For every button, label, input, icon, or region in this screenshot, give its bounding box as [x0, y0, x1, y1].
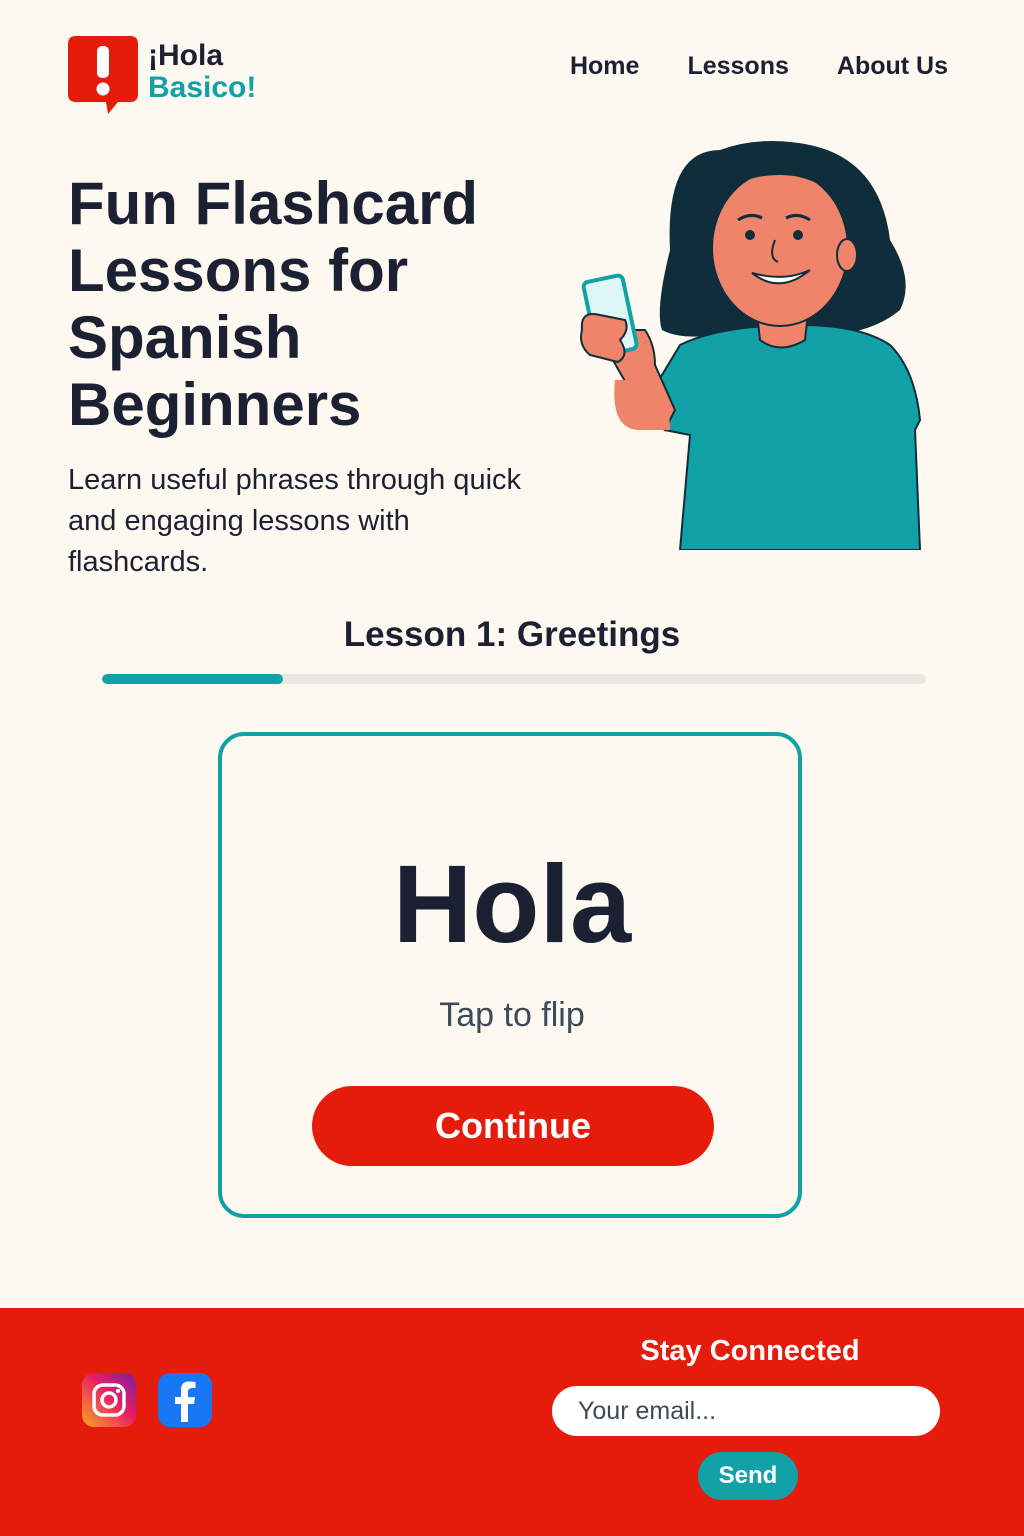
- main-nav: Home Lessons About Us: [570, 52, 948, 81]
- social-links: [82, 1373, 212, 1427]
- exclamation-bubble-icon: [68, 36, 138, 114]
- lesson-progress-bar: [102, 674, 926, 684]
- instagram-icon[interactable]: [82, 1373, 136, 1427]
- woman-holding-flashcard-illustration: [570, 130, 940, 551]
- continue-button[interactable]: Continue: [312, 1086, 714, 1166]
- brand-logo[interactable]: ¡Hola Basico!: [68, 36, 256, 114]
- lesson-title: Lesson 1: Greetings: [343, 615, 681, 654]
- email-field[interactable]: [552, 1386, 940, 1436]
- nav-home[interactable]: Home: [570, 52, 639, 81]
- send-button[interactable]: Send: [698, 1452, 798, 1500]
- stay-connected-title: Stay Connected: [640, 1335, 860, 1367]
- brand-name-line1: ¡Hola: [148, 39, 223, 72]
- nav-about-us[interactable]: About Us: [837, 52, 948, 81]
- flashcard-word[interactable]: Hola: [0, 840, 1024, 970]
- hero-subtitle: Learn useful phrases through quick and e…: [68, 464, 522, 578]
- hero-title: Fun Flashcard Lessons for Spanish Beginn…: [68, 170, 479, 438]
- lesson-progress-fill: [102, 674, 284, 684]
- nav-lessons[interactable]: Lessons: [687, 52, 788, 81]
- facebook-icon[interactable]: [158, 1373, 212, 1427]
- flashcard-flip-hint: Tap to flip: [439, 996, 585, 1034]
- brand-name-line2: Basico!: [148, 71, 257, 104]
